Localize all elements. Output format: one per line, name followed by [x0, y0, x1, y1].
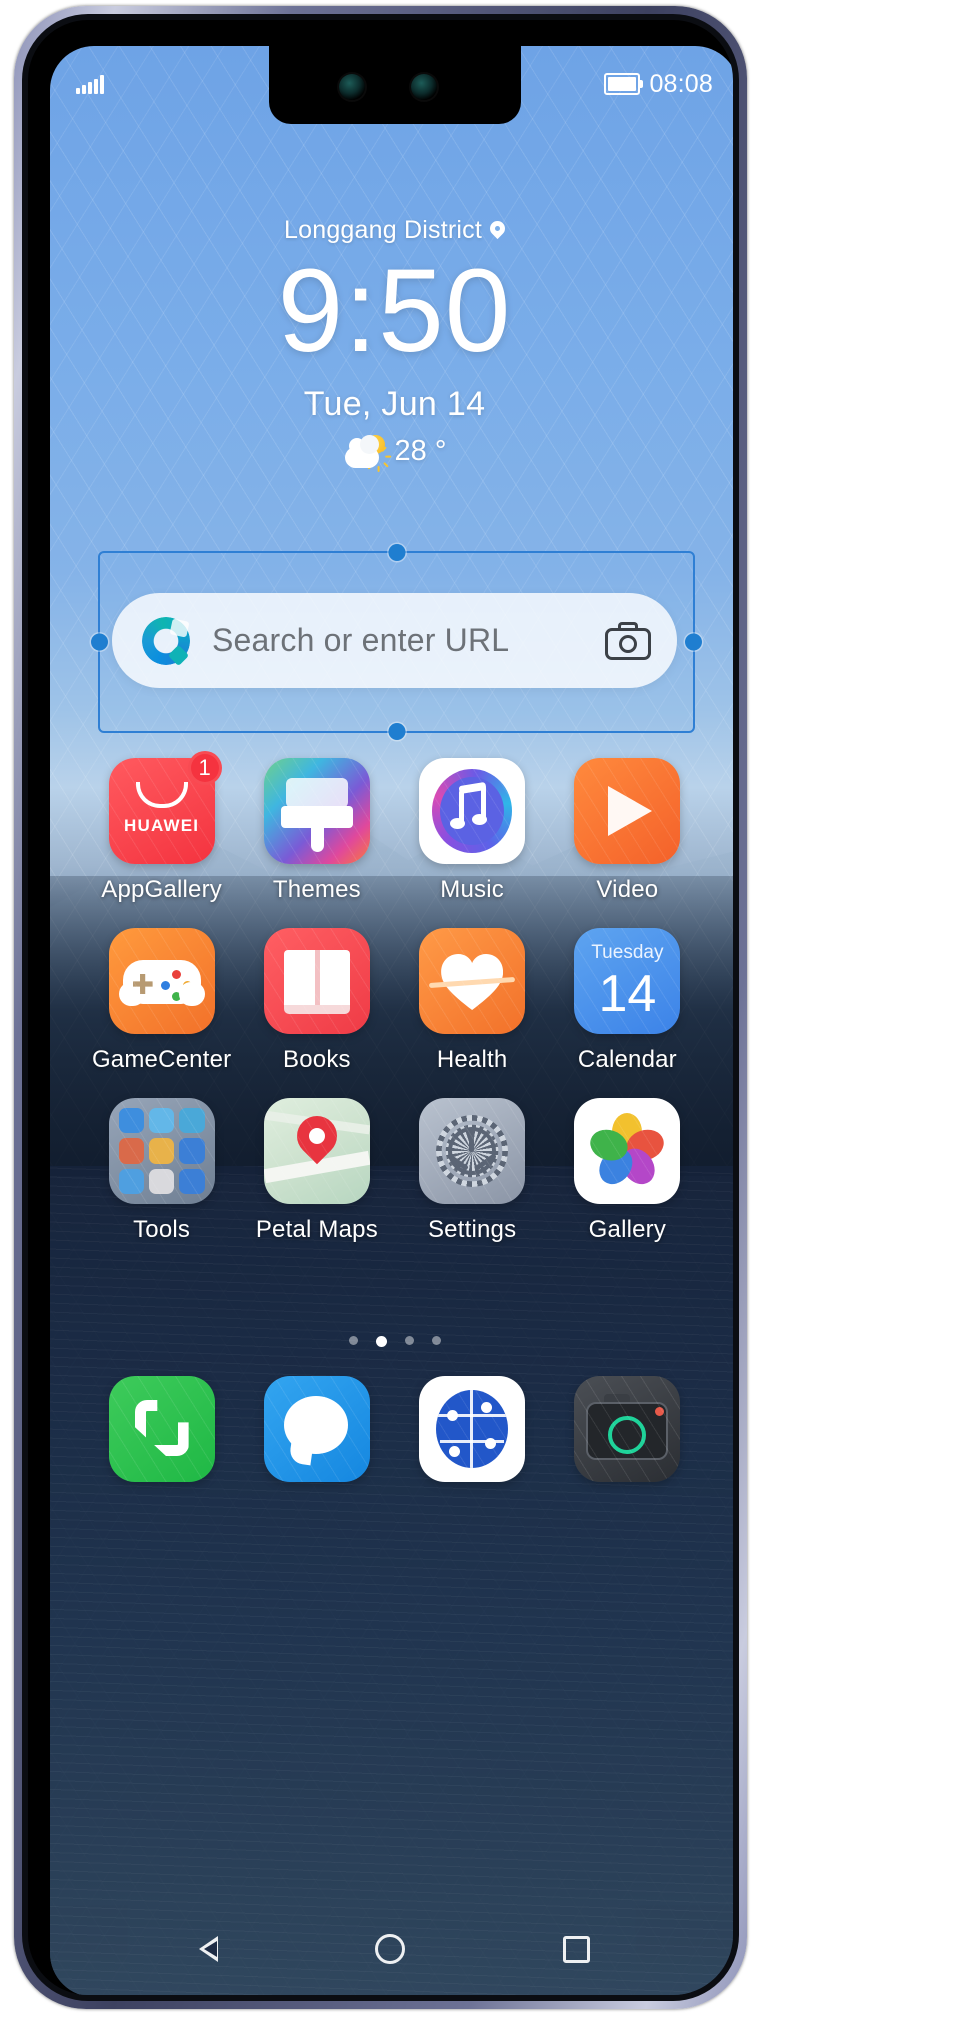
search-bar-widget[interactable]: Search or enter URL [112, 593, 677, 688]
clock-time: 9:50 [277, 245, 512, 377]
app-video[interactable]: Video [563, 758, 691, 904]
camera-icon[interactable] [605, 621, 651, 660]
app-health[interactable]: Health [408, 928, 536, 1074]
app-label: Video [596, 876, 659, 903]
app-label: Books [283, 1046, 351, 1073]
app-row-3: Tools Petal Maps Settings Gallery [50, 1098, 733, 1244]
dock [50, 1376, 733, 1506]
partly-cloudy-icon [343, 434, 391, 473]
dock-app-browser[interactable] [408, 1376, 536, 1482]
recents-square-icon[interactable] [563, 1935, 591, 1963]
camera-app-icon[interactable] [574, 1376, 681, 1482]
app-calendar[interactable]: Tuesday 14 Calendar [563, 928, 691, 1074]
phone-inner-frame: 08:08 Longgang District 9:50 Tue, Jun 14 [22, 14, 739, 2001]
clock-widget[interactable]: Longgang District 9:50 Tue, Jun 14 28 ° [50, 216, 733, 473]
app-gamecenter[interactable]: GameCenter [92, 928, 231, 1074]
app-label: AppGallery [101, 876, 222, 903]
app-label: Petal Maps [255, 1216, 378, 1243]
display-notch [268, 46, 521, 124]
phone-device: 08:08 Longgang District 9:50 Tue, Jun 14 [14, 6, 747, 2009]
music-icon[interactable] [419, 758, 526, 864]
resize-handle-top[interactable] [388, 544, 405, 561]
app-row-2: GameCenter Books Health Tuesday 14 Calen… [50, 928, 733, 1074]
app-label: Tools [133, 1216, 191, 1243]
status-bar-time: 08:08 [649, 69, 713, 98]
app-grid: HUAWEI 1 AppGallery Themes Music Video G… [50, 751, 733, 1268]
weather-summary[interactable]: 28 ° [343, 434, 447, 473]
app-label: Health [436, 1046, 508, 1073]
settings-icon[interactable] [419, 1098, 526, 1204]
app-gallery[interactable]: Gallery [563, 1098, 691, 1244]
health-icon[interactable] [419, 928, 526, 1034]
calendar-icon[interactable]: Tuesday 14 [574, 928, 681, 1034]
weather-location[interactable]: Longgang District [284, 216, 505, 245]
dock-app-phone[interactable] [98, 1376, 226, 1482]
app-appgallery[interactable]: HUAWEI 1 AppGallery [98, 751, 226, 904]
app-label: Settings [427, 1216, 517, 1243]
app-themes[interactable]: Themes [253, 758, 381, 904]
gamecenter-icon[interactable] [108, 928, 215, 1034]
location-label: Longgang District [284, 216, 482, 244]
app-music[interactable]: Music [408, 758, 536, 904]
navigation-bar [50, 1901, 733, 1995]
app-books[interactable]: Books [253, 928, 381, 1074]
wallpaper-water [50, 1166, 733, 1995]
front-camera-left-icon [338, 74, 365, 100]
app-label: Gallery [588, 1216, 667, 1243]
dock-app-camera[interactable] [563, 1376, 691, 1482]
video-icon[interactable] [574, 758, 681, 864]
app-settings[interactable]: Settings [408, 1098, 536, 1244]
calendar-day: 14 [598, 965, 657, 1023]
phone-screen[interactable]: 08:08 Longgang District 9:50 Tue, Jun 14 [50, 46, 733, 1995]
appgallery-brand: HUAWEI [124, 816, 200, 835]
signal-bars-icon [76, 74, 104, 94]
tools-folder-icon[interactable] [108, 1098, 215, 1204]
home-circle-icon[interactable] [375, 1934, 406, 1964]
front-camera-right-icon [410, 74, 437, 100]
resize-handle-left[interactable] [91, 633, 108, 651]
notification-badge: 1 [187, 751, 222, 785]
resize-handle-bottom[interactable] [388, 723, 405, 740]
app-label: Music [440, 876, 504, 903]
phone-icon[interactable] [108, 1376, 215, 1482]
books-icon[interactable] [263, 928, 370, 1034]
page-dot-active[interactable] [375, 1336, 387, 1347]
clock-date: Tue, Jun 14 [303, 385, 486, 424]
battery-icon [604, 73, 644, 95]
location-pin-icon [490, 221, 505, 241]
gallery-icon[interactable] [574, 1098, 681, 1204]
app-label: Themes [272, 876, 361, 903]
page-dot[interactable] [404, 1336, 414, 1345]
back-triangle-icon[interactable] [198, 1936, 218, 1962]
cloud-icon [344, 435, 379, 469]
status-bar-right: 08:08 [604, 70, 713, 99]
browser-icon[interactable] [419, 1376, 526, 1482]
resize-handle-right[interactable] [685, 633, 702, 651]
themes-icon[interactable] [263, 758, 370, 864]
app-petal-maps[interactable]: Petal Maps [253, 1098, 381, 1244]
screenshot-stage: 08:08 Longgang District 9:50 Tue, Jun 14 [0, 0, 961, 2019]
temperature-label: 28 ° [394, 434, 447, 467]
page-indicator[interactable] [50, 1336, 733, 1347]
page-dot[interactable] [431, 1336, 441, 1345]
petal-search-icon [142, 616, 190, 666]
app-label: GameCenter [91, 1046, 232, 1073]
search-input[interactable]: Search or enter URL [212, 622, 605, 659]
petal-maps-icon[interactable] [263, 1098, 370, 1204]
dock-app-messages[interactable] [253, 1376, 381, 1482]
messages-icon[interactable] [263, 1376, 370, 1482]
calendar-weekday: Tuesday [591, 942, 664, 963]
page-dot[interactable] [348, 1336, 358, 1345]
dock-row [50, 1376, 733, 1482]
app-tools[interactable]: Tools [98, 1098, 226, 1244]
phone-bezel: 08:08 Longgang District 9:50 Tue, Jun 14 [28, 20, 733, 1995]
app-row-1: HUAWEI 1 AppGallery Themes Music Video [50, 751, 733, 904]
app-label: Calendar [577, 1046, 677, 1073]
